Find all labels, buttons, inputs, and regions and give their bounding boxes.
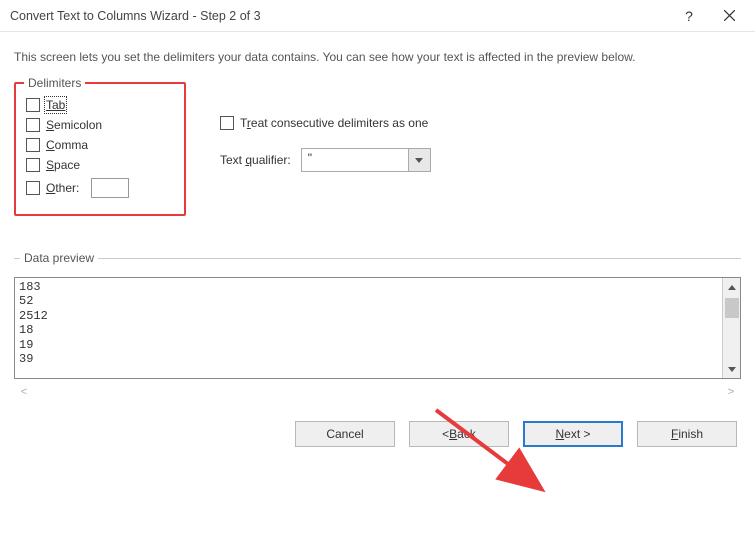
scroll-up-icon (723, 278, 740, 296)
delimiter-other-label: Other: (46, 181, 79, 195)
checkbox-icon (26, 138, 40, 152)
titlebar: Convert Text to Columns Wizard - Step 2 … (0, 0, 755, 32)
scroll-thumb (725, 298, 739, 318)
delimiter-extra-options: Treat consecutive delimiters as one Text… (220, 82, 431, 172)
delimiter-options-row: Delimiters Tab Semicolon Comma Space Oth… (14, 82, 741, 216)
intro-text: This screen lets you set the delimiters … (14, 50, 741, 64)
cancel-button[interactable]: Cancel (295, 421, 395, 447)
vertical-scrollbar[interactable] (722, 278, 740, 378)
checkbox-icon (26, 98, 40, 112)
delimiter-other-row[interactable]: Other: (26, 178, 174, 198)
data-preview-box: 183 52 2512 18 19 39 (15, 278, 722, 378)
text-qualifier-value: " (302, 149, 408, 171)
finish-button[interactable]: Finish (637, 421, 737, 447)
data-preview-wrap: 183 52 2512 18 19 39 (14, 277, 741, 379)
checkbox-icon (26, 118, 40, 132)
scroll-down-icon (723, 360, 740, 378)
delimiter-tab-row[interactable]: Tab (26, 98, 174, 112)
delimiter-other-input[interactable] (91, 178, 129, 198)
checkbox-icon (220, 116, 234, 130)
delimiter-comma-label: Comma (46, 138, 88, 152)
next-button[interactable]: Next > (523, 421, 623, 447)
checkbox-icon (26, 158, 40, 172)
delimiter-semicolon-row[interactable]: Semicolon (26, 118, 174, 132)
scroll-left-icon: < (16, 383, 32, 401)
dialog-buttons: Cancel < Back Next > Finish (14, 421, 741, 447)
delimiter-space-label: Space (46, 158, 80, 172)
data-preview-group: Data preview 183 52 2512 18 19 39 < > (14, 258, 741, 401)
text-qualifier-label: Text qualifier: (220, 153, 291, 167)
delimiter-tab-label: Tab (46, 98, 65, 112)
delimiter-space-row[interactable]: Space (26, 158, 174, 172)
back-button[interactable]: < Back (409, 421, 509, 447)
data-preview-label: Data preview (20, 251, 98, 265)
close-button[interactable] (709, 0, 749, 32)
chevron-down-icon (408, 149, 430, 171)
dialog-content: This screen lets you set the delimiters … (0, 32, 755, 457)
window-title: Convert Text to Columns Wizard - Step 2 … (10, 9, 669, 23)
treat-consecutive-label: Treat consecutive delimiters as one (240, 116, 428, 130)
treat-consecutive-row[interactable]: Treat consecutive delimiters as one (220, 116, 431, 130)
text-qualifier-row: Text qualifier: " (220, 148, 431, 172)
horizontal-scrollbar[interactable]: < > (14, 383, 741, 401)
help-button[interactable]: ? (669, 0, 709, 32)
delimiter-comma-row[interactable]: Comma (26, 138, 174, 152)
delimiters-group: Delimiters Tab Semicolon Comma Space Oth… (14, 82, 186, 216)
delimiter-semicolon-label: Semicolon (46, 118, 102, 132)
text-qualifier-combo[interactable]: " (301, 148, 431, 172)
checkbox-icon (26, 181, 40, 195)
scroll-right-icon: > (723, 383, 739, 401)
delimiters-group-label: Delimiters (24, 76, 85, 90)
